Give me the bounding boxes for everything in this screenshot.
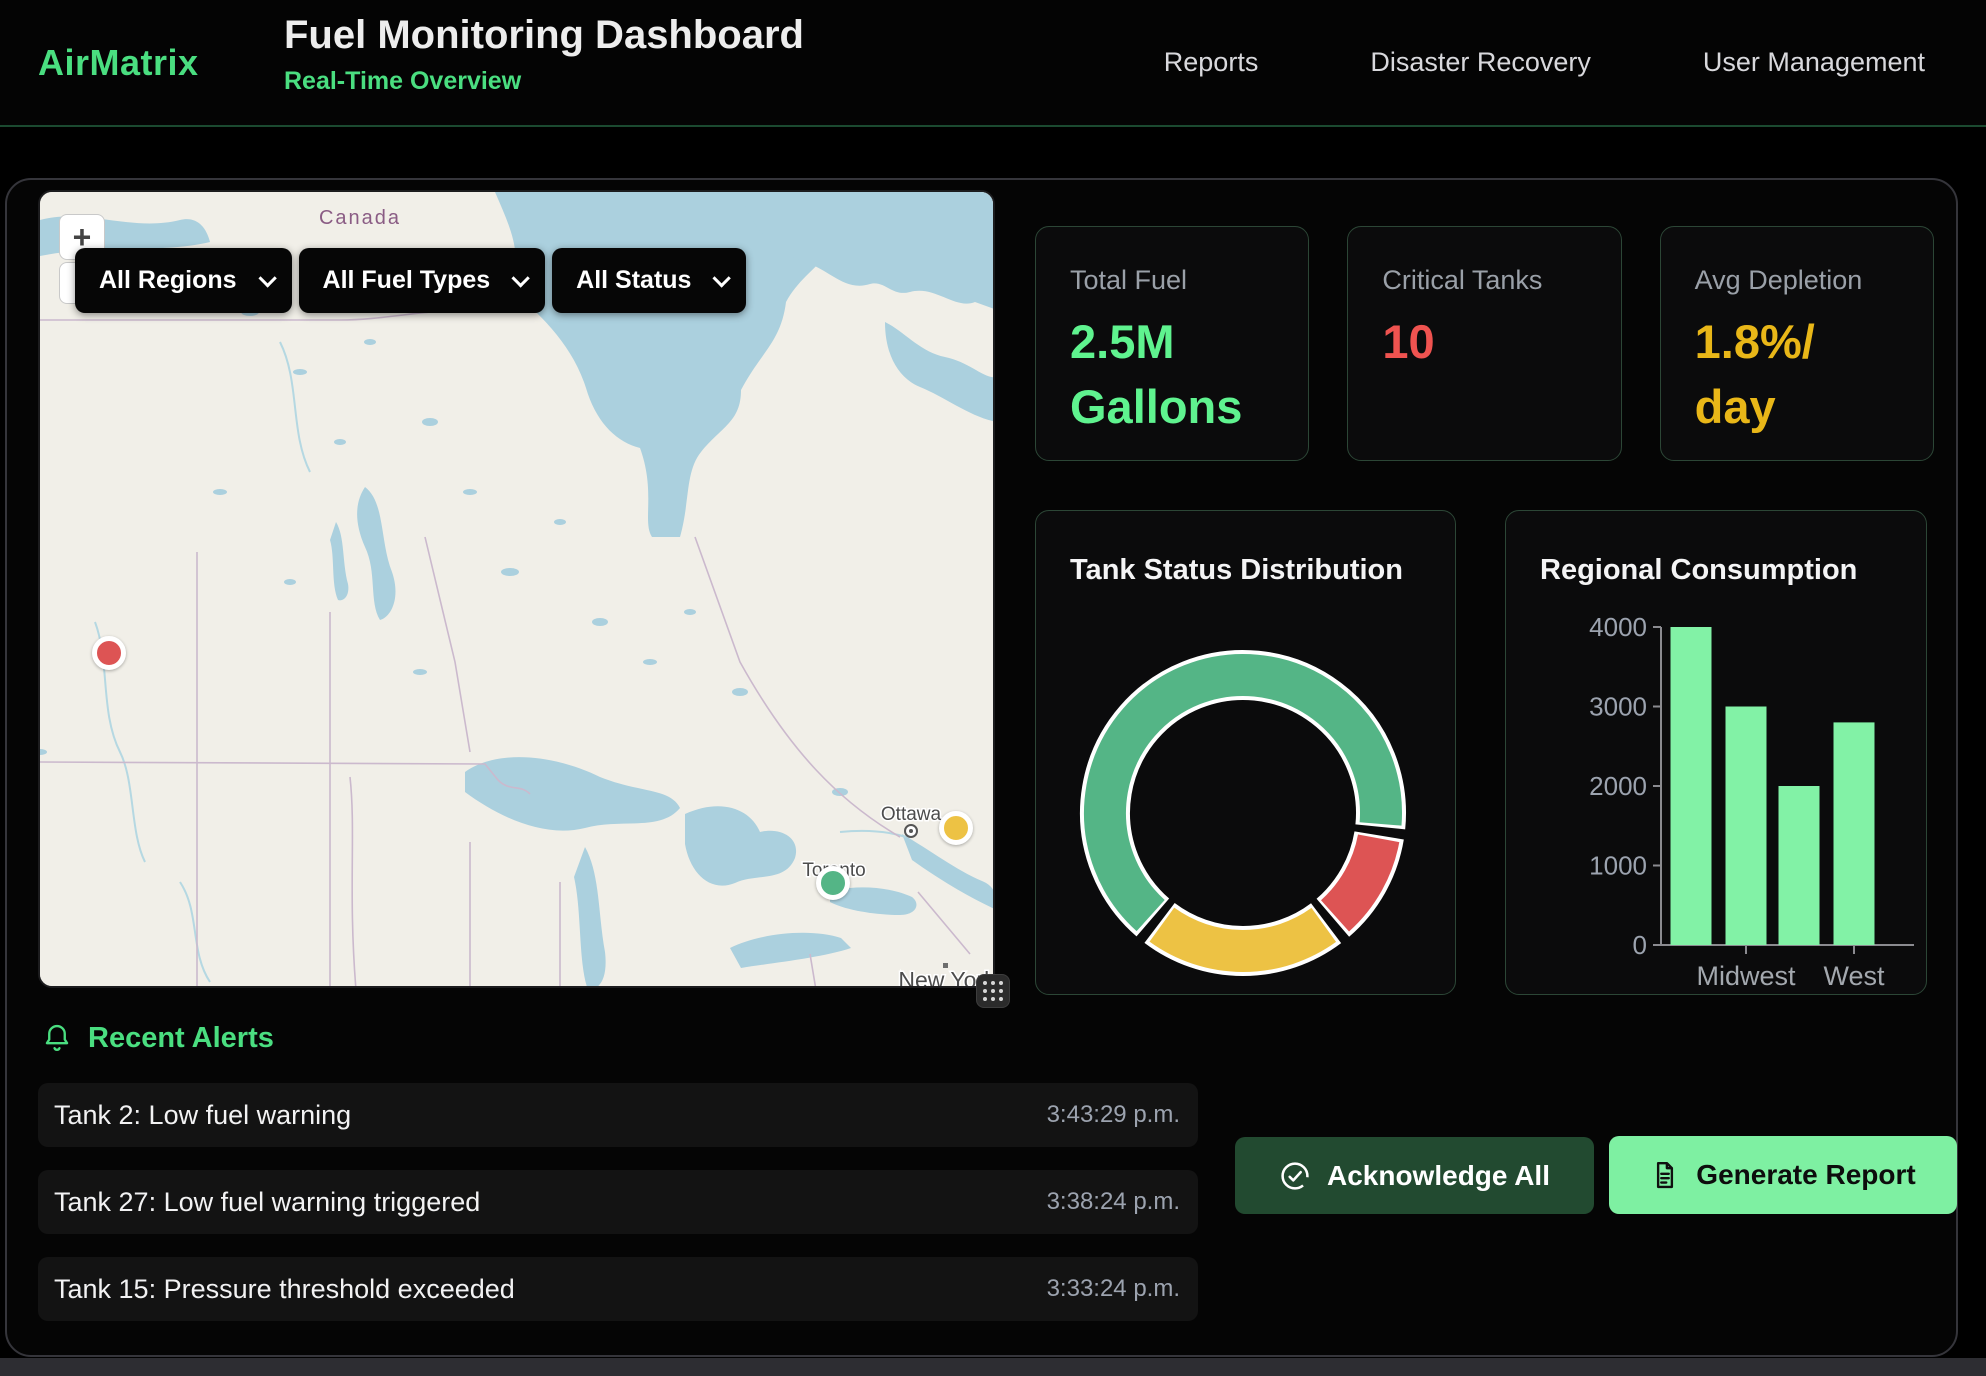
- y-axis-tick-label: 1000: [1589, 851, 1647, 881]
- bar-region-0: [1671, 627, 1712, 945]
- resize-drag-handle[interactable]: [976, 974, 1010, 1008]
- header-bar: AirMatrix Fuel Monitoring Dashboard Real…: [0, 0, 1986, 125]
- acknowledge-all-label: Acknowledge All: [1327, 1160, 1550, 1192]
- bar-region-2: [1779, 786, 1820, 945]
- alert-text: Tank 15: Pressure threshold exceeded: [54, 1274, 515, 1305]
- bell-icon: [42, 1023, 72, 1055]
- title-block: Fuel Monitoring Dashboard Real-Time Over…: [284, 13, 804, 96]
- chevron-down-icon: [713, 269, 731, 287]
- alert-timestamp: 3:33:24 p.m.: [1047, 1275, 1180, 1303]
- chevron-down-icon: [512, 269, 530, 287]
- fuel-type-filter-select[interactable]: All Fuel Types: [299, 248, 546, 313]
- y-axis-tick-label: 2000: [1589, 771, 1647, 801]
- recent-alerts-header: Recent Alerts: [42, 1022, 274, 1055]
- region-filter-value: All Regions: [99, 266, 237, 295]
- stat-label: Avg Depletion: [1695, 265, 1933, 296]
- stat-value: 1.8%/day: [1695, 310, 1827, 440]
- drag-dots-icon: [981, 979, 1005, 1003]
- status-filter-select[interactable]: All Status: [552, 248, 746, 313]
- document-icon: [1650, 1160, 1680, 1190]
- nav-reports[interactable]: Reports: [1164, 47, 1259, 78]
- tank-marker-critical[interactable]: [92, 636, 126, 670]
- stat-value: 2.5M Gallons: [1070, 310, 1270, 440]
- status-filter-value: All Status: [576, 266, 691, 295]
- tank-marker-normal[interactable]: [816, 866, 850, 900]
- chevron-down-icon: [258, 269, 276, 287]
- fuel-type-filter-value: All Fuel Types: [323, 266, 491, 295]
- header-separator: [0, 125, 1986, 127]
- map-filters: All Regions All Fuel Types All Status: [75, 248, 746, 313]
- window-bottom-strip: [0, 1358, 1986, 1376]
- bar-West: [1834, 722, 1875, 945]
- bar-Midwest: [1726, 707, 1767, 946]
- donut-segment-critical: [1335, 838, 1379, 916]
- alert-timestamp: 3:38:24 p.m.: [1047, 1188, 1180, 1216]
- map-label-canada: Canada: [319, 207, 401, 229]
- alert-text: Tank 2: Low fuel warning: [54, 1100, 351, 1131]
- y-axis-tick-label: 4000: [1589, 612, 1647, 642]
- alert-row[interactable]: Tank 2: Low fuel warning 3:43:29 p.m.: [38, 1083, 1198, 1147]
- main-nav: Reports Disaster Recovery User Managemen…: [1164, 0, 1925, 125]
- tank-status-donut-chart: [1036, 511, 1457, 996]
- stat-label: Total Fuel: [1070, 265, 1308, 296]
- stat-card-avg-depletion: Avg Depletion 1.8%/day: [1660, 226, 1934, 461]
- x-axis-category-label: Midwest: [1696, 961, 1796, 991]
- stat-label: Critical Tanks: [1382, 265, 1620, 296]
- x-axis-category-label: West: [1823, 961, 1885, 991]
- page-title: Fuel Monitoring Dashboard: [284, 13, 804, 58]
- page-subtitle: Real-Time Overview: [284, 67, 804, 96]
- stat-value: 10: [1382, 310, 1582, 375]
- alert-row[interactable]: Tank 27: Low fuel warning triggered 3:38…: [38, 1170, 1198, 1234]
- stat-card-total-fuel: Total Fuel 2.5M Gallons: [1035, 226, 1309, 461]
- alert-text: Tank 27: Low fuel warning triggered: [54, 1187, 480, 1218]
- y-axis-tick-label: 3000: [1589, 692, 1647, 722]
- check-circle-icon: [1279, 1160, 1311, 1192]
- acknowledge-all-button[interactable]: Acknowledge All: [1235, 1137, 1594, 1214]
- map-canvas[interactable]: Canada Ottawa Toronto New York + All Reg…: [38, 190, 995, 988]
- generate-report-label: Generate Report: [1696, 1159, 1915, 1191]
- regional-consumption-bar-chart: 0 1000 2000 3000 4000 Midwest West: [1506, 511, 1928, 996]
- tank-marker-warning[interactable]: [939, 811, 973, 845]
- alert-row[interactable]: Tank 15: Pressure threshold exceeded 3:3…: [38, 1257, 1198, 1321]
- fuel-monitoring-dashboard: AirMatrix Fuel Monitoring Dashboard Real…: [0, 0, 1986, 1376]
- regional-consumption-card: Regional Consumption 01000200030004000Mi…: [1505, 510, 1927, 995]
- ottawa-city-dot-center: [909, 829, 913, 833]
- map-label-ottawa: Ottawa: [881, 804, 942, 825]
- nav-disaster-recovery[interactable]: Disaster Recovery: [1370, 47, 1591, 78]
- recent-alerts-title: Recent Alerts: [88, 1022, 274, 1055]
- app-logo: AirMatrix: [38, 42, 199, 84]
- nav-user-management[interactable]: User Management: [1703, 47, 1925, 78]
- generate-report-button[interactable]: Generate Report: [1609, 1136, 1957, 1214]
- y-axis-tick-label: 0: [1633, 930, 1647, 960]
- tank-status-distribution-card: Tank Status Distribution: [1035, 510, 1456, 995]
- region-filter-select[interactable]: All Regions: [75, 248, 292, 313]
- stats-row: Total Fuel 2.5M Gallons Critical Tanks 1…: [1035, 226, 1934, 461]
- stat-card-critical-tanks: Critical Tanks 10: [1347, 226, 1621, 461]
- alert-timestamp: 3:43:29 p.m.: [1047, 1101, 1180, 1129]
